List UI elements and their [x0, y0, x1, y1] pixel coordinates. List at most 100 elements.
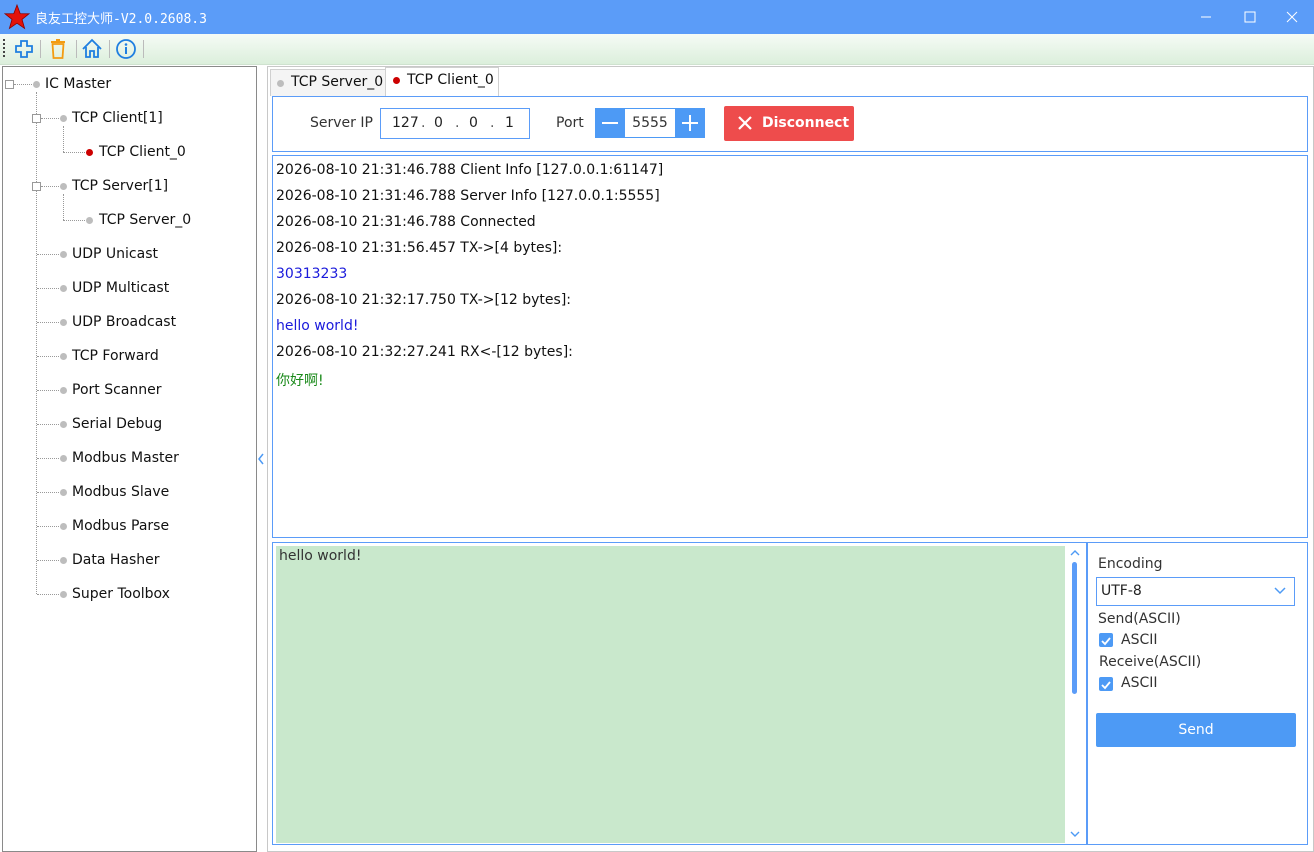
chevron-down-icon[interactable]: [1069, 829, 1081, 839]
log-line: 2026-08-10 21:31:46.788 Client Info [127…: [276, 162, 664, 178]
tree-node-bullet: [33, 81, 40, 88]
port-value[interactable]: 5555: [625, 115, 675, 131]
tree-node-bullet: [60, 455, 67, 462]
tree-connector: [63, 220, 85, 221]
send-ascii-checkbox[interactable]: [1099, 633, 1113, 647]
tab-tcp-server-0[interactable]: TCP Server_0: [270, 69, 386, 96]
message-log[interactable]: 2026-08-10 21:31:46.788 Client Info [127…: [272, 155, 1308, 538]
tree-item-tcp-forward[interactable]: TCP Forward: [72, 348, 159, 364]
tree-connector: [37, 356, 59, 357]
tree-item-data-hasher[interactable]: Data Hasher: [72, 552, 160, 568]
connected-status-icon: [86, 149, 93, 156]
scrollbar-thumb[interactable]: [1072, 562, 1077, 694]
maximize-icon: [1244, 11, 1256, 23]
close-icon: [738, 116, 752, 130]
tree-item-udp-broadcast[interactable]: UDP Broadcast: [72, 314, 176, 330]
tree-item-tcp-server-group[interactable]: TCP Server[1]: [72, 178, 168, 194]
tree-item-modbus-parse[interactable]: Modbus Parse: [72, 518, 169, 534]
collapse-panel-icon[interactable]: [256, 452, 266, 466]
check-icon: [1101, 637, 1111, 646]
tree-item-udp-multicast[interactable]: UDP Multicast: [72, 280, 169, 296]
tree-connector: [37, 390, 59, 391]
tree-expander[interactable]: [5, 80, 14, 89]
send-button-label: Send: [1178, 722, 1214, 738]
tree-item-tcp-client-group[interactable]: TCP Client[1]: [72, 110, 163, 126]
ip-octet-1[interactable]: 127: [392, 115, 419, 131]
port-stepper[interactable]: 5555: [625, 108, 675, 138]
server-ip-input[interactable]: 127 . 0 . 0 . 1: [380, 108, 530, 139]
idle-status-icon: [277, 80, 284, 87]
tree-node-bullet: [60, 319, 67, 326]
tree-item-ic-master[interactable]: IC Master: [45, 76, 111, 92]
send-textarea[interactable]: hello world!: [276, 546, 1065, 843]
tree-connector: [63, 126, 64, 152]
tree-connector: [14, 84, 32, 85]
minus-icon: [602, 122, 618, 124]
tree-connector: [37, 254, 59, 255]
log-line: 你好啊!: [276, 373, 324, 389]
receive-ascii-checkbox[interactable]: [1099, 677, 1113, 691]
add-button[interactable]: [12, 37, 36, 61]
ip-dot: .: [421, 115, 426, 131]
log-line: hello world!: [276, 318, 359, 334]
encoding-select[interactable]: UTF-8: [1096, 577, 1295, 606]
connected-status-icon: [393, 77, 400, 84]
tree-connector: [41, 186, 59, 187]
tree-expander[interactable]: [32, 182, 41, 191]
send-ascii-label: ASCII: [1121, 632, 1158, 648]
maximize-button[interactable]: [1228, 0, 1272, 34]
tree-node-bullet: [60, 285, 67, 292]
tree-item-modbus-master[interactable]: Modbus Master: [72, 450, 179, 466]
tree-connector: [37, 526, 59, 527]
send-button[interactable]: Send: [1096, 713, 1296, 747]
minimize-icon: [1201, 16, 1211, 18]
toolbar-separator: [76, 40, 77, 58]
tree-node-bullet: [60, 489, 67, 496]
tree-item-serial-debug[interactable]: Serial Debug: [72, 416, 162, 432]
chevron-up-icon[interactable]: [1069, 548, 1081, 558]
info-icon: [116, 39, 136, 59]
tab-label: TCP Client_0: [407, 72, 494, 88]
tab-tcp-client-0[interactable]: TCP Client_0: [385, 67, 499, 96]
tree-item-port-scanner[interactable]: Port Scanner: [72, 382, 161, 398]
port-decrement-button[interactable]: [595, 108, 625, 138]
window-title: 良友工控大师-V2.0.2608.3: [35, 12, 207, 27]
ip-octet-3[interactable]: 0: [469, 115, 478, 131]
info-button[interactable]: [114, 37, 138, 61]
send-mode-label: Send(ASCII): [1098, 611, 1181, 627]
tree-connector: [37, 594, 59, 595]
toolbar-separator: [40, 40, 41, 58]
tree-node-bullet: [60, 523, 67, 530]
receive-ascii-label: ASCII: [1121, 675, 1158, 691]
chevron-down-icon: [1274, 587, 1286, 595]
minimize-button[interactable]: [1184, 0, 1228, 34]
add-icon: [15, 40, 33, 58]
delete-button[interactable]: [46, 37, 70, 61]
tree-node-bullet: [60, 115, 67, 122]
receive-mode-label: Receive(ASCII): [1099, 654, 1202, 670]
tree-item-tcp-server-0[interactable]: TCP Server_0: [99, 212, 191, 228]
ip-dot: .: [490, 115, 495, 131]
toolbar-grip[interactable]: [3, 39, 5, 59]
disconnect-button[interactable]: Disconnect: [724, 106, 854, 141]
send-text-value: hello world!: [279, 548, 362, 564]
tree-connector: [37, 322, 59, 323]
tree-connector: [36, 92, 37, 594]
home-button[interactable]: [80, 37, 104, 61]
tree-connector: [37, 424, 59, 425]
ip-octet-2[interactable]: 0: [434, 115, 443, 131]
tree-connector: [37, 560, 59, 561]
tree-item-modbus-slave[interactable]: Modbus Slave: [72, 484, 169, 500]
tree-item-udp-unicast[interactable]: UDP Unicast: [72, 246, 158, 262]
tree-expander[interactable]: [32, 114, 41, 123]
encoding-label: Encoding: [1098, 556, 1163, 572]
tree-item-tcp-client-0[interactable]: TCP Client_0: [99, 144, 186, 160]
log-line: 2026-08-10 21:32:17.750 TX->[12 bytes]:: [276, 292, 572, 308]
close-window-button[interactable]: [1270, 0, 1314, 34]
tree-connector: [37, 458, 59, 459]
ip-octet-4[interactable]: 1: [505, 115, 514, 131]
tree-connector: [63, 194, 64, 220]
plus-icon: [682, 115, 698, 131]
tree-item-super-toolbox[interactable]: Super Toolbox: [72, 586, 170, 602]
port-increment-button[interactable]: [675, 108, 705, 138]
